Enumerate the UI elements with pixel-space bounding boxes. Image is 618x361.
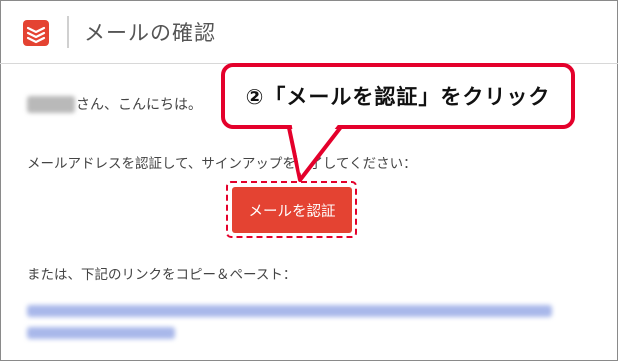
callout-pointer-cover [291, 121, 341, 173]
